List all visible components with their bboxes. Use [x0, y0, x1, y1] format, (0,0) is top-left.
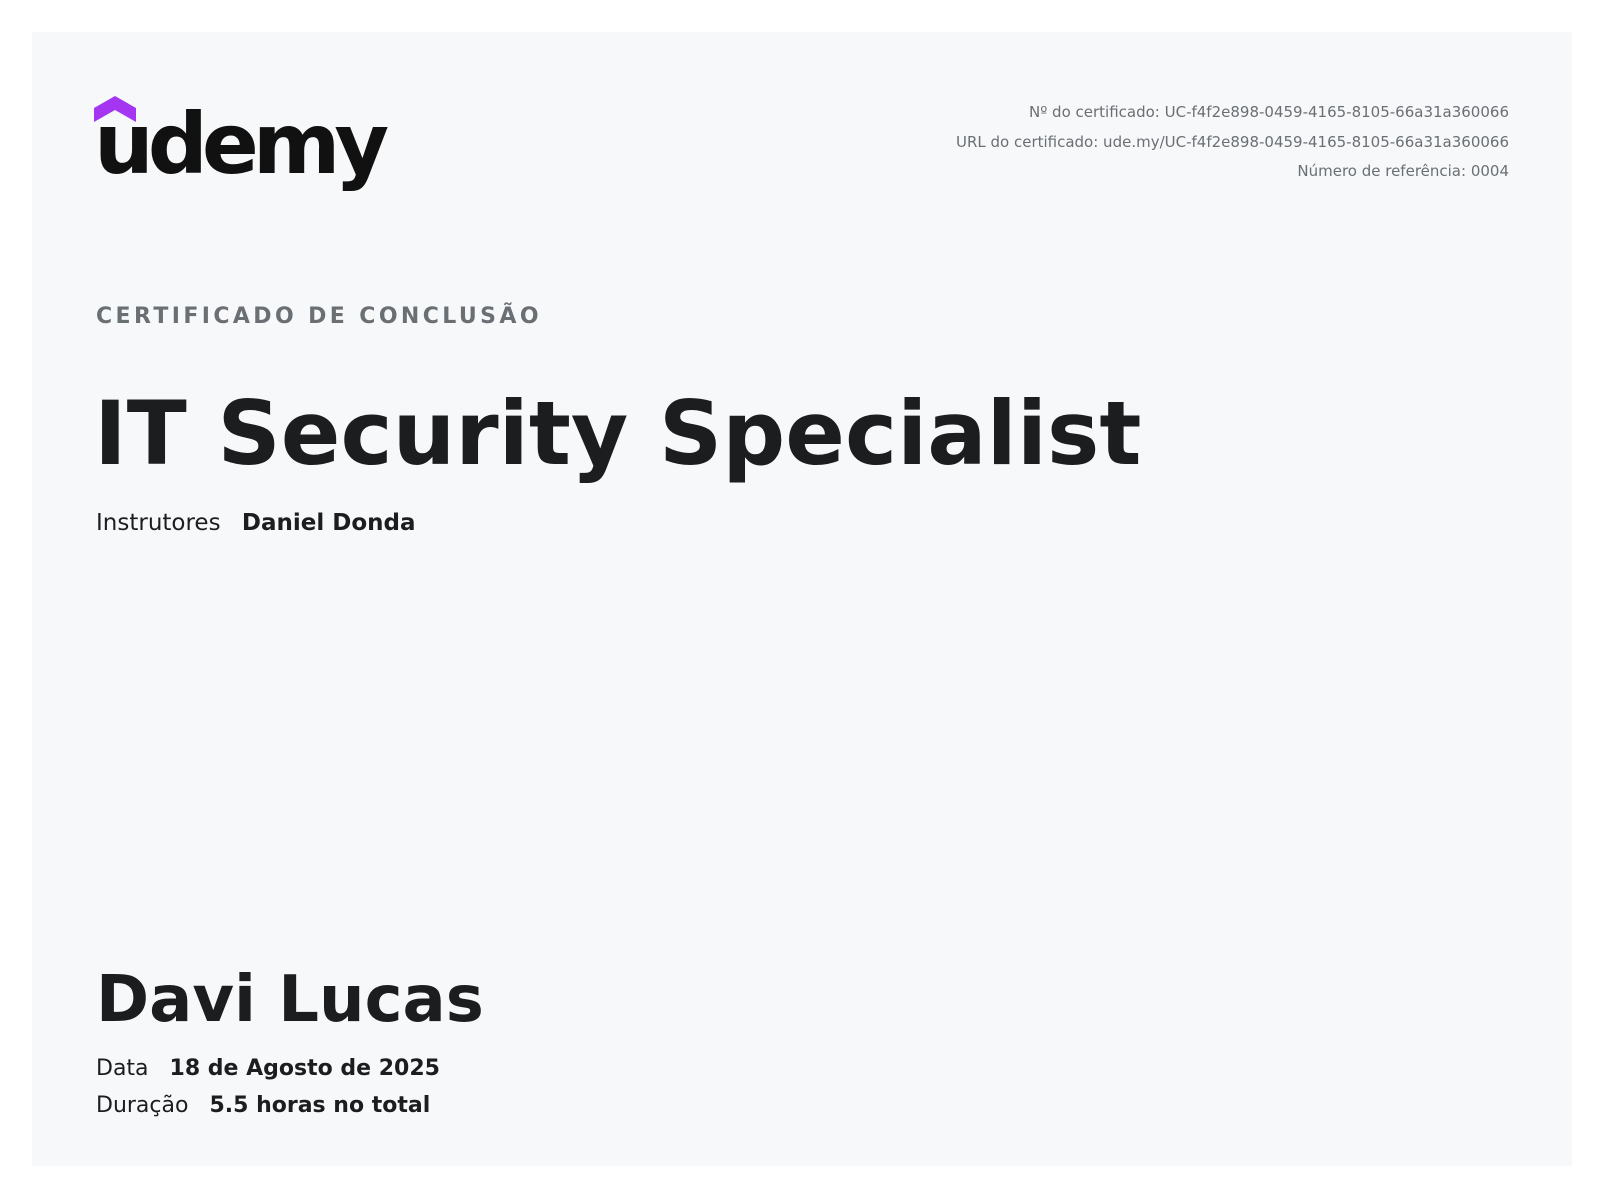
- certificate-url: URL do certificado: ude.my/UC-f4f2e898-0…: [955, 132, 1509, 151]
- instructors-label: Instrutores: [96, 510, 221, 536]
- course-title: IT Security Specialist: [94, 382, 1142, 485]
- instructors-value: Daniel Donda: [241, 510, 416, 536]
- date-label: Data: [96, 1056, 149, 1081]
- date-value: 18 de Agosto de 2025: [169, 1056, 440, 1081]
- certificate-page: udemy Nº do certificado: UC-f4f2e898-045…: [32, 32, 1572, 1166]
- duration-value: 5.5 horas no total: [209, 1093, 431, 1118]
- instructors-line: Instrutores Daniel Donda: [96, 510, 416, 536]
- certificate-meta: Nº do certificado: UC-f4f2e898-0459-4165…: [956, 98, 1509, 187]
- duration-line: Duração 5.5 horas no total: [96, 1093, 430, 1118]
- certificate-overline: CERTIFICADO DE CONCLUSÃO: [96, 304, 542, 329]
- reference-number: Número de referência: 0004: [1297, 162, 1509, 180]
- udemy-logo: udemy: [94, 94, 389, 194]
- date-line: Data 18 de Agosto de 2025: [96, 1056, 440, 1081]
- certificate-number: Nº do certificado: UC-f4f2e898-0459-4165…: [1029, 103, 1509, 121]
- logo-wordmark: udemy: [94, 95, 389, 193]
- student-name: Davi Lucas: [96, 963, 484, 1037]
- duration-label: Duração: [96, 1093, 189, 1118]
